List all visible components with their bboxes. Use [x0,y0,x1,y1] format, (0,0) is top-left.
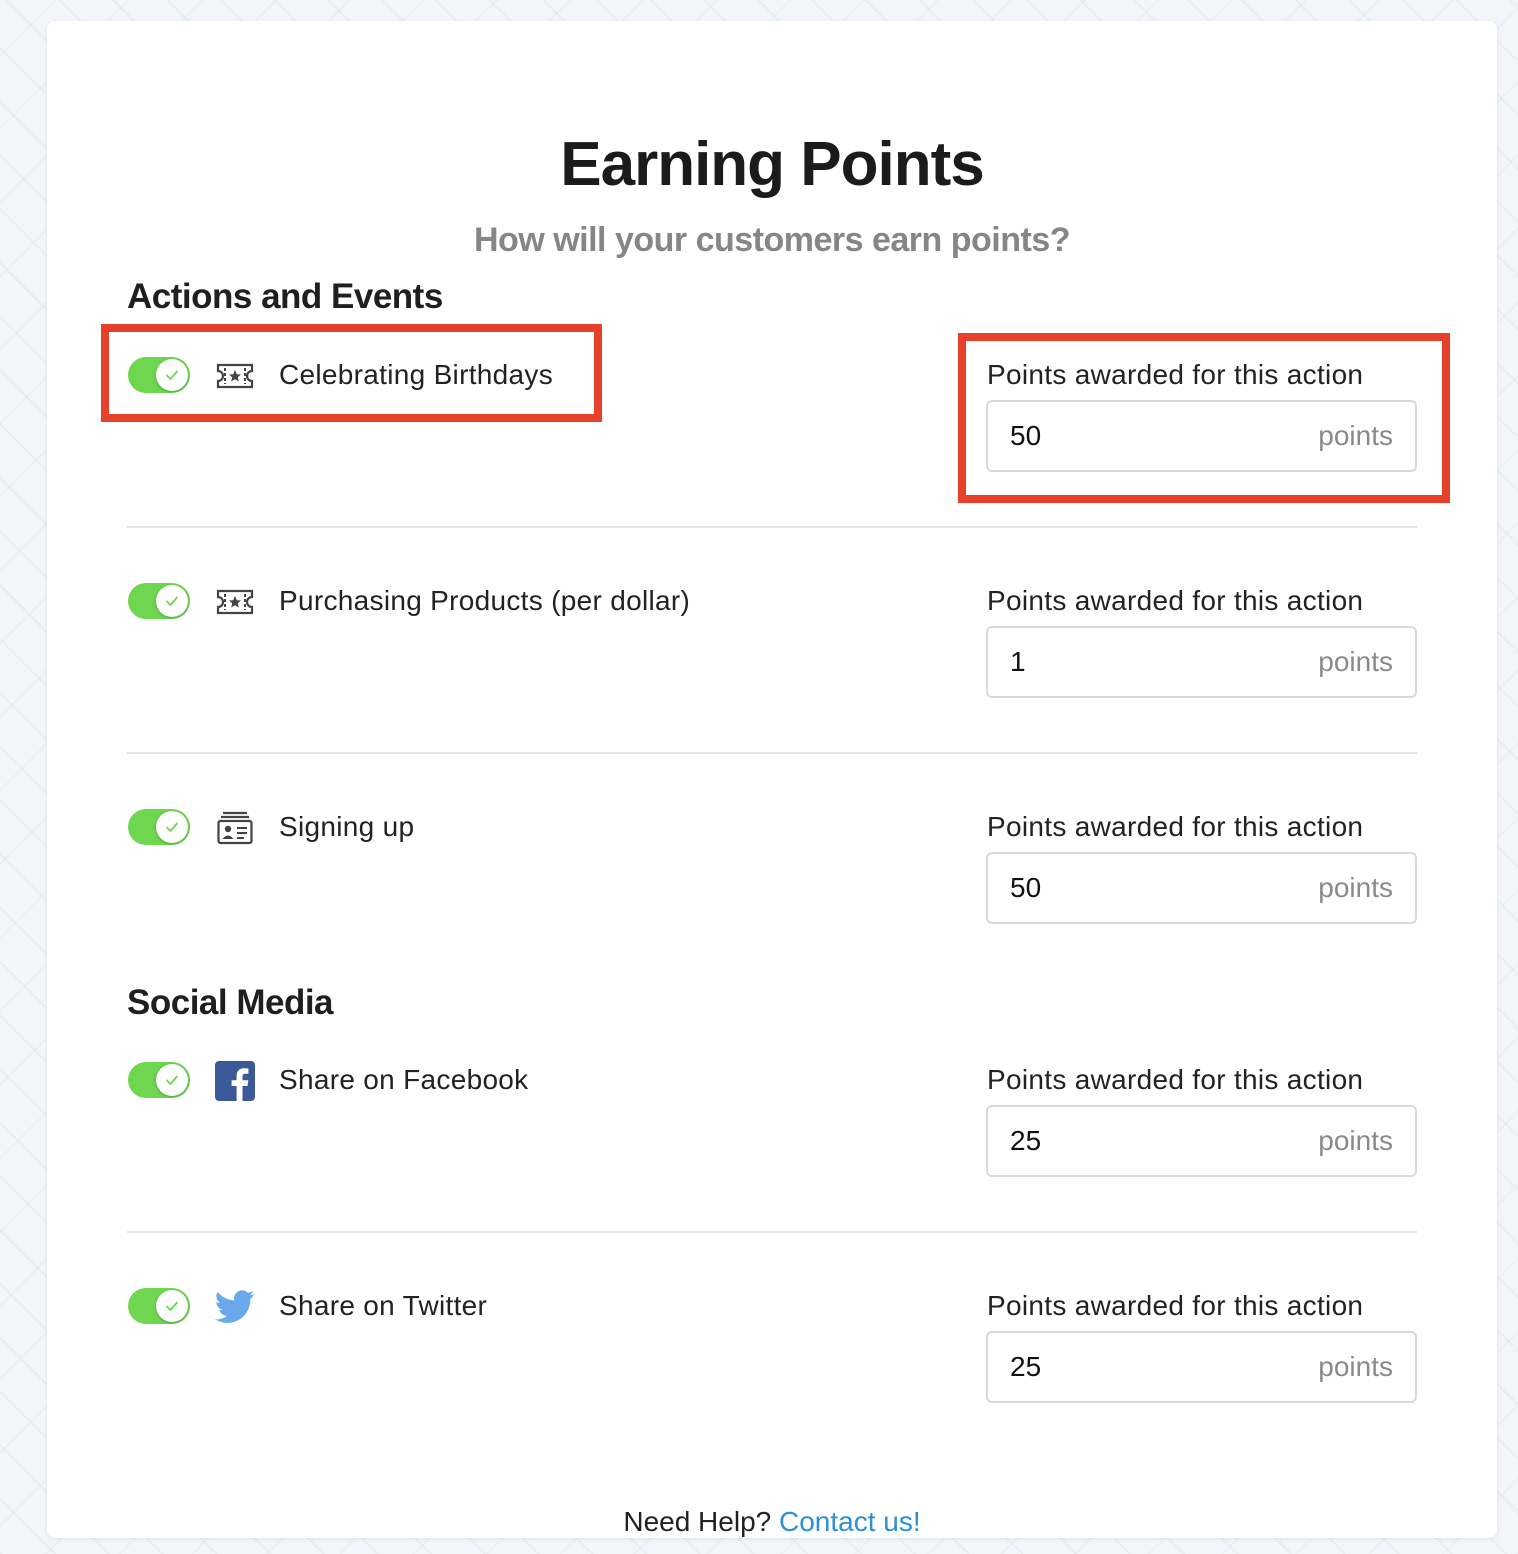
check-icon [166,822,178,832]
list-item-share-facebook: Share on Facebook Points awarded for thi… [47,1061,1497,1212]
highlight-box-birthday-toggle [101,324,602,422]
divider [127,1231,1417,1233]
ticket-icon [215,582,255,622]
divider [127,526,1417,528]
points-field: points [986,1105,1417,1177]
points-field: points [986,1331,1417,1403]
earning-points-card: Earning Points How will your customers e… [47,21,1497,1538]
highlight-box-points-field [958,333,1450,503]
section-heading-actions-events: Actions and Events [127,277,443,316]
points-suffix: points [1318,646,1393,677]
points-field: points [986,852,1417,924]
points-label: Points awarded for this action [987,585,1364,616]
divider [127,752,1417,754]
item-label: Share on Facebook [279,1064,529,1095]
toggle-signing-up[interactable] [128,809,190,845]
points-suffix: points [1318,1351,1393,1382]
item-label: Signing up [279,811,415,842]
id-card-icon [215,808,255,848]
toggle-knob [156,1290,188,1322]
points-input-purchasing-products[interactable] [1010,628,1270,696]
toggle-knob [156,585,188,617]
footer-help-text: Need Help? [623,1506,772,1537]
toggle-share-facebook[interactable] [128,1062,190,1098]
toggle-knob [156,1064,188,1096]
points-suffix: points [1318,1125,1393,1156]
section-heading-social-media: Social Media [127,983,334,1022]
item-label: Purchasing Products (per dollar) [279,585,691,616]
check-icon [166,596,178,606]
points-label: Points awarded for this action [987,1290,1364,1321]
contact-us-link[interactable]: Contact us! [779,1506,921,1537]
list-item-purchasing-products: Purchasing Products (per dollar) Points … [47,583,1497,733]
check-icon [166,1075,178,1085]
points-input-share-facebook[interactable] [1010,1107,1270,1175]
list-item-share-twitter: Share on Twitter Points awarded for this… [47,1288,1497,1438]
points-field: points [986,626,1417,698]
points-input-signing-up[interactable] [1010,854,1270,922]
footer-help: Need Help? Contact us! [47,1506,1497,1538]
toggle-knob [156,811,188,843]
toggle-share-twitter[interactable] [128,1288,190,1324]
check-icon [166,1301,178,1311]
toggle-purchasing-products[interactable] [128,583,190,619]
points-label: Points awarded for this action [987,811,1364,842]
page-title: Earning Points [560,130,984,199]
twitter-icon [215,1287,255,1327]
points-suffix: points [1318,872,1393,903]
facebook-icon [215,1061,255,1101]
page-subtitle: How will your customers earn points? [474,221,1071,259]
points-label: Points awarded for this action [987,1064,1364,1095]
item-label: Share on Twitter [279,1290,488,1321]
list-item-signing-up: Signing up Points awarded for this actio… [47,809,1497,959]
points-input-share-twitter[interactable] [1010,1333,1270,1401]
